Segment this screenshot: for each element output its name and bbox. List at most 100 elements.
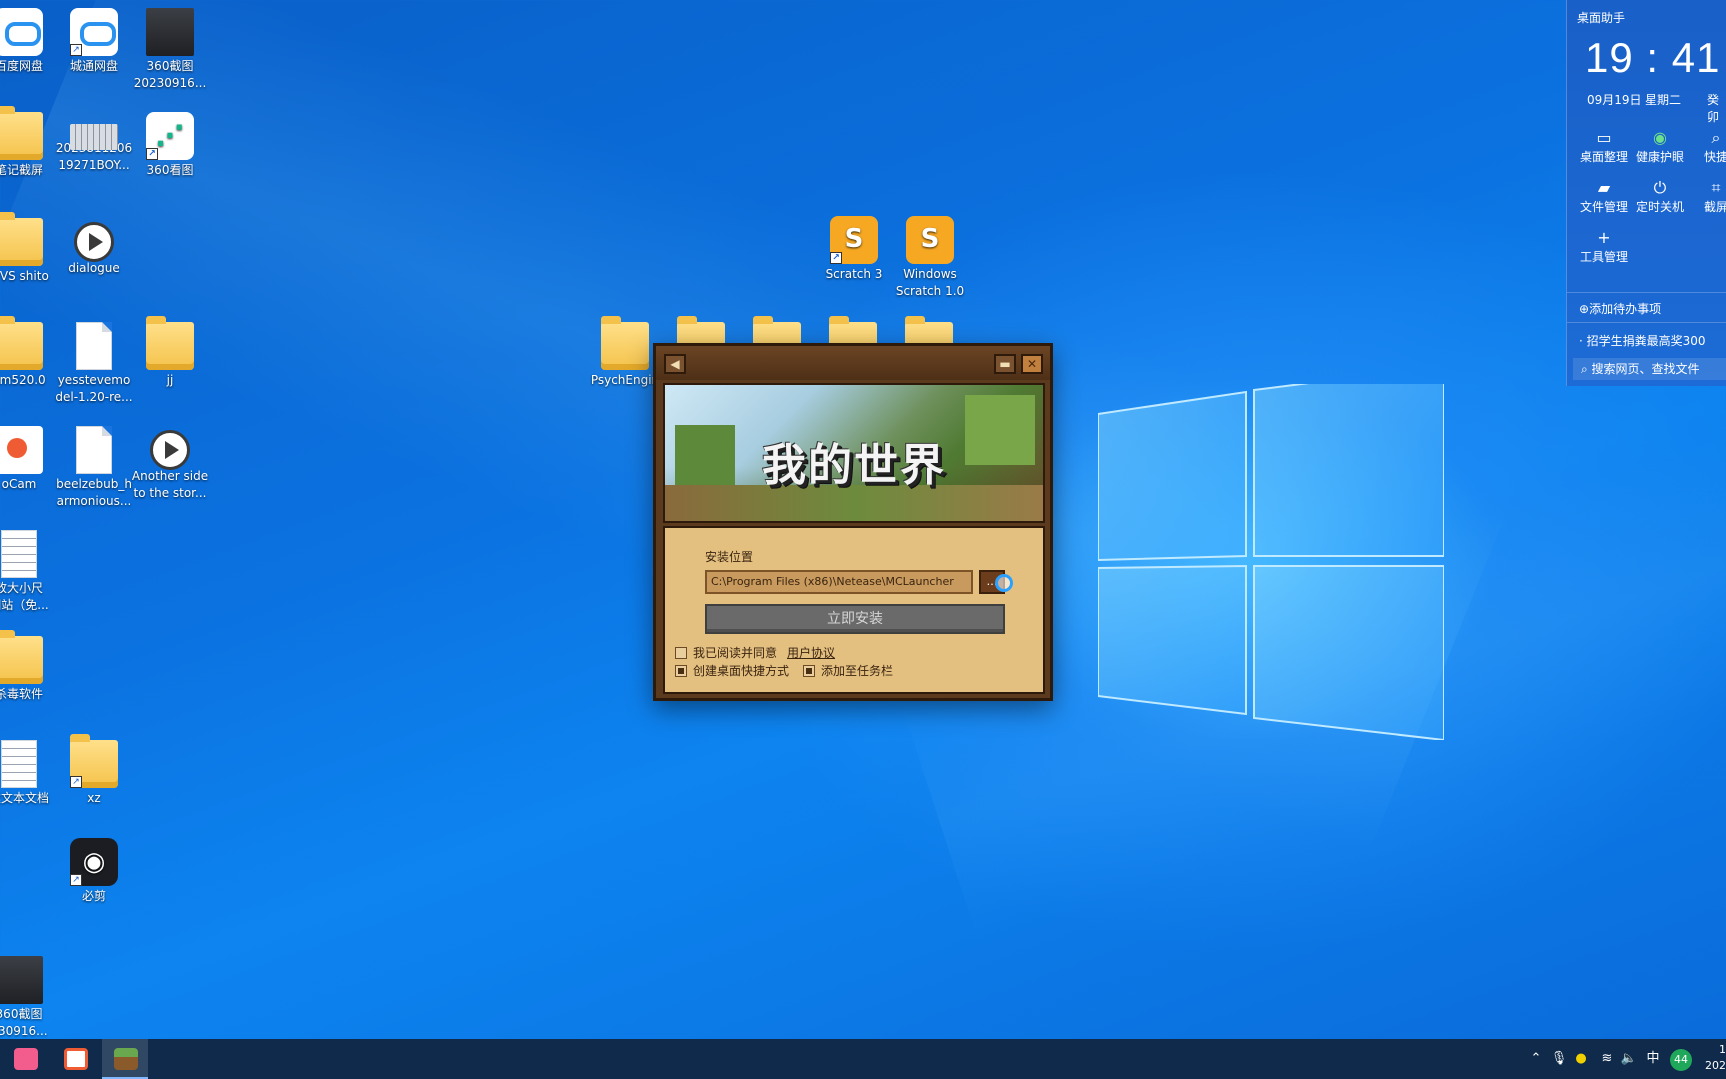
shortcut-arrow-icon: ↗ [70,776,82,788]
desktop-icon-ctfile[interactable]: ↗ 城通网盘 [53,8,135,75]
file-icon [76,426,112,474]
tool-eye-care[interactable]: ◉ 健康护眼 [1632,128,1688,165]
bilibili-icon [14,1048,38,1070]
triangle-left-icon: ◀ [670,357,680,371]
close-icon: ✕ [1026,357,1038,371]
desktop-icon-am520[interactable]: am520.0 [0,316,60,389]
taskbar-clock[interactable]: 1 202 [1704,1042,1726,1074]
back-button[interactable]: ◀ [664,354,686,374]
folder-icon [0,630,43,684]
desktop-icon-baidu-netdisk[interactable]: 百度网盘 [0,8,60,75]
wifi-icon[interactable]: ≋ [1596,1039,1618,1079]
desktop-icon-another-side[interactable]: Another side to the stor... [129,426,211,502]
widget-lunar: 癸卯 [1707,93,1720,124]
robot-app-icon: ◉ ↗ [70,838,118,886]
desktop-icon-scratch-3[interactable]: S ↗ Scratch 3 [813,216,895,283]
minecraft-installer-window: ◀ ▬ ✕ 我的世界 安装位置 C:\Program Files (x86)\N… [653,343,1053,701]
desktop-icon-label: 改大小尺 网站（免... [0,581,49,612]
taskbar-app-bilibili[interactable] [2,1039,48,1079]
agree-checkbox[interactable] [675,646,687,659]
desktop-icon-bijian[interactable]: ◉ ↗ 必剪 [53,838,135,905]
desktop-icon-resize-website[interactable]: 改大小尺 网站（免... [0,530,60,614]
agree-label: 我已阅读并同意 [693,646,778,660]
plus-icon: + [1597,228,1611,247]
folder-icon [601,316,649,370]
desktop-icon-label: Windows Scratch 1.0 [895,267,965,298]
input-method-indicator[interactable]: 中 [1642,1039,1664,1079]
desktop-icon-label: yesstevemo del-1.20-re... [55,373,133,404]
add-todo-button[interactable]: ⊕添加待办事项 [1579,300,1661,317]
agree-row: 我已阅读并同意 用户协议 [675,644,835,661]
volume-icon[interactable]: 🔈 [1618,1039,1640,1079]
desktop-icon-f-vs-shito[interactable]: F VS shito [0,212,60,285]
widget-search-box[interactable]: ⌕ 搜索网页、查找文件 [1573,358,1726,380]
minecraft-grass-block-icon [114,1048,138,1070]
power-icon: ⏻ [1653,178,1667,197]
shortcut-arrow-icon: ↗ [830,252,842,264]
desktop-icon-jj[interactable]: jj [129,316,211,389]
desktop-icon-label: oCam [1,477,37,491]
desktop-shortcut-checkbox[interactable] [675,664,687,677]
desktop-icon-dialogue[interactable]: dialogue [53,218,135,277]
desktop-icon-label: Scratch 3 [825,267,883,281]
desktop-icon-notes-screenshot[interactable]: 笔记截屏 [0,106,60,179]
shortcut-arrow-icon: ↗ [70,44,82,56]
taskbar-app-ocam[interactable] [52,1039,98,1079]
text-document-icon [1,530,37,578]
taskbar-app-minecraft[interactable] [102,1039,148,1079]
folder-icon: ▰ [1597,178,1611,197]
desktop-icon-label: Another side to the stor... [131,469,209,500]
tray-app-icon[interactable]: ● [1570,1039,1592,1079]
news-item[interactable]: · 招学生捐粪最高奖300 [1579,332,1706,349]
install-now-button[interactable]: 立即安装 [705,604,1005,634]
baidu-netdisk-icon [0,8,43,56]
tool-manage-tools[interactable]: + 工具管理 [1576,228,1632,265]
battery-badge[interactable]: 44 [1670,1049,1692,1071]
widget-date: 09月19日 [1587,93,1642,107]
desktop-icon-xz[interactable]: ↗ xz [53,734,135,807]
microphone-icon[interactable]: 🎙 [1548,1039,1570,1079]
install-path-input[interactable]: C:\Program Files (x86)\Netease\MCLaunche… [705,570,973,594]
add-to-taskbar-checkbox[interactable] [803,664,815,677]
tool-screenshot[interactable]: ⌗ 截屏 [1688,178,1726,215]
desktop-icon-antivirus[interactable]: 杀毒软件 [0,630,60,703]
desktop-assistant-widget: 桌面助手 19 : 41 09月19日 星期二 癸卯 ▭ 桌面整理 ◉ 健康护眼 ⌕… [1566,0,1726,386]
tool-quick-search[interactable]: ⌕ 快捷 [1688,128,1726,165]
file-icon [76,322,112,370]
desktop-icon-beelzebub[interactable]: beelzebub_h armonious... [53,426,135,510]
desktop-icon-label: 杀毒软件 [0,687,43,701]
desktop-icon-windows-scratch[interactable]: S Windows Scratch 1.0 [889,216,971,300]
desktop-shortcut-label: 创建桌面快捷方式 [693,664,790,678]
widget-divider [1567,292,1726,293]
desktop-icon-label: 笔记截屏 [0,163,43,177]
minimize-button[interactable]: ▬ [994,354,1016,374]
desktop-icon-new-text-document[interactable]: 建文本文档 [0,740,60,807]
screenshot-thumbnail-icon [146,8,194,56]
folder-icon [0,106,43,160]
tray-chevron-up-icon[interactable]: ⌃ [1524,1039,1548,1079]
desktop-icon-360-viewer[interactable]: ⋰ ↗ 360看图 [129,112,211,179]
bullet-icon: · [1579,334,1587,348]
circle-plus-icon: ⊕ [1579,302,1590,316]
folder-icon: ↗ [70,734,118,788]
tool-timed-shutdown[interactable]: ⏻ 定时关机 [1632,178,1688,215]
tool-desktop-organize[interactable]: ▭ 桌面整理 [1576,128,1632,165]
taskbar-time: 1 [1719,1043,1726,1056]
desktop-icon-ocam[interactable]: oCam [0,426,60,493]
desktop-icon-2023811206[interactable]: 2023811206 19271BOY... [53,112,135,174]
widget-clock: 19 : 41 [1585,34,1721,81]
widget-title: 桌面助手 [1577,11,1626,25]
user-agreement-link[interactable]: 用户协议 [787,644,835,661]
desktop-icon-label: 360截图 20230916... [133,59,207,90]
desktop-icon-360-screenshot[interactable]: 360截图 20230916... [129,8,211,92]
media-play-icon [150,430,190,470]
media-play-icon [74,222,114,262]
taskbar-date: 202 [1705,1059,1726,1072]
close-button[interactable]: ✕ [1021,354,1043,374]
minimize-icon: ▬ [999,357,1011,371]
desktop-icon-yesstevemodel[interactable]: yesstevemo del-1.20-re... [53,322,135,406]
desktop-icon-360-screenshot-2[interactable]: 360截图 230916... [0,956,60,1040]
folder-icon [0,316,43,370]
tool-file-manager[interactable]: ▰ 文件管理 [1576,178,1632,215]
desktop-icon-label: 城通网盘 [69,59,118,73]
